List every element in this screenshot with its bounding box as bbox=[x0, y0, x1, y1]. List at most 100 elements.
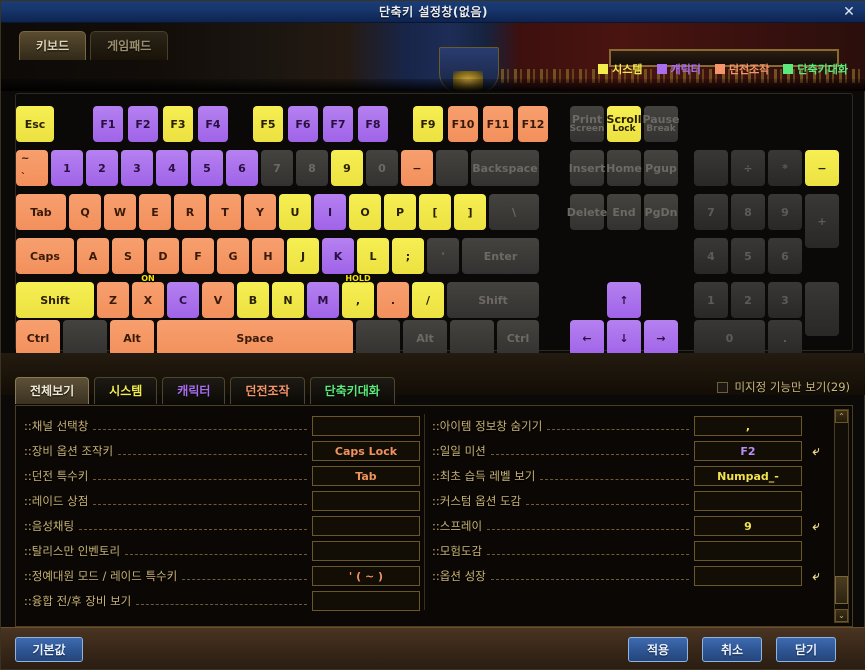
key-3[interactable]: 3 bbox=[768, 282, 802, 318]
scrollbar-thumb[interactable] bbox=[835, 576, 848, 604]
key-6[interactable]: 6 bbox=[768, 238, 802, 274]
key-7[interactable]: 7 bbox=[694, 194, 728, 230]
key-−[interactable]: − bbox=[401, 150, 433, 186]
category-tab-4[interactable]: 단축키대화 bbox=[309, 377, 395, 404]
key-scroll-lock[interactable]: Scroll Lock bbox=[607, 106, 641, 142]
key-↓[interactable]: ↓ bbox=[607, 320, 641, 356]
key-b[interactable]: B bbox=[237, 282, 269, 318]
binding-value-field[interactable]: F2 bbox=[694, 441, 802, 461]
key-f12[interactable]: F12 bbox=[518, 106, 548, 142]
key-f6[interactable]: F6 bbox=[288, 106, 318, 142]
key-4[interactable]: 4 bbox=[156, 150, 188, 186]
key-s[interactable]: S bbox=[112, 238, 144, 274]
close-button[interactable]: 닫기 bbox=[776, 637, 836, 662]
key-o[interactable]: O bbox=[349, 194, 381, 230]
key-f8[interactable]: F8 bbox=[358, 106, 388, 142]
key-blank-4-16[interactable] bbox=[805, 282, 839, 336]
reset-binding-icon[interactable]: ⤶ bbox=[808, 569, 824, 584]
key-blank-5-6[interactable] bbox=[450, 320, 494, 356]
key-f7[interactable]: F7 bbox=[323, 106, 353, 142]
key-shift[interactable]: Shift bbox=[447, 282, 539, 318]
scroll-up-icon[interactable]: ⌃ bbox=[835, 410, 848, 423]
key-f3[interactable]: F3 bbox=[163, 106, 193, 142]
key-−[interactable]: − bbox=[805, 150, 839, 186]
key-f2[interactable]: F2 bbox=[128, 106, 158, 142]
key-r[interactable]: R bbox=[174, 194, 206, 230]
key-u[interactable]: U bbox=[279, 194, 311, 230]
key-'[interactable]: ' bbox=[427, 238, 459, 274]
binding-value-field[interactable] bbox=[694, 541, 802, 561]
key-/[interactable]: / bbox=[412, 282, 444, 318]
category-tab-2[interactable]: 캐릭터 bbox=[162, 377, 226, 404]
device-tab-0[interactable]: 키보드 bbox=[19, 31, 87, 60]
key-shift[interactable]: Shift bbox=[16, 282, 94, 318]
key-caps[interactable]: Caps bbox=[16, 238, 74, 274]
binding-value-field[interactable] bbox=[312, 416, 420, 436]
binding-value-field[interactable] bbox=[312, 541, 420, 561]
key-f11[interactable]: F11 bbox=[483, 106, 513, 142]
key-blank-5-4[interactable] bbox=[356, 320, 400, 356]
key-f9[interactable]: F9 bbox=[413, 106, 443, 142]
key-+[interactable]: + bbox=[805, 194, 839, 248]
key-a[interactable]: A bbox=[77, 238, 109, 274]
key-alt[interactable]: Alt bbox=[110, 320, 154, 356]
key-blank-5-1[interactable] bbox=[63, 320, 107, 356]
key-enter[interactable]: Enter bbox=[462, 238, 539, 274]
key-.[interactable]: . bbox=[768, 320, 802, 356]
key-f[interactable]: F bbox=[182, 238, 214, 274]
key-8[interactable]: 8 bbox=[731, 194, 765, 230]
key-[[interactable]: [ bbox=[419, 194, 451, 230]
key-.[interactable]: . bbox=[377, 282, 409, 318]
apply-button[interactable]: 적용 bbox=[628, 637, 688, 662]
key-f10[interactable]: F10 bbox=[448, 106, 478, 142]
key-print-screen[interactable]: Print Screen bbox=[570, 106, 604, 142]
category-tab-1[interactable]: 시스템 bbox=[94, 377, 158, 404]
key-tab[interactable]: Tab bbox=[16, 194, 66, 230]
key-w[interactable]: W bbox=[104, 194, 136, 230]
binding-value-field[interactable]: Caps Lock bbox=[312, 441, 420, 461]
key-c[interactable]: C bbox=[167, 282, 199, 318]
key-~[interactable]: ~ ` bbox=[16, 150, 48, 186]
key-insert[interactable]: Insert bbox=[569, 150, 605, 186]
reset-binding-icon[interactable]: ⤶ bbox=[808, 519, 824, 534]
key-f1[interactable]: F1 bbox=[93, 106, 123, 142]
category-tab-3[interactable]: 던전조작 bbox=[230, 377, 305, 404]
key-j[interactable]: J bbox=[287, 238, 319, 274]
key-→[interactable]: → bbox=[644, 320, 678, 356]
key-k[interactable]: K bbox=[322, 238, 354, 274]
binding-value-field[interactable]: Numpad_- bbox=[694, 466, 802, 486]
binding-value-field[interactable]: , bbox=[694, 416, 802, 436]
unassigned-filter-checkbox[interactable]: 미지정 기능만 보기(29) bbox=[717, 379, 850, 395]
key-6[interactable]: 6 bbox=[226, 150, 258, 186]
cancel-button[interactable]: 취소 bbox=[702, 637, 762, 662]
key-1[interactable]: 1 bbox=[694, 282, 728, 318]
scroll-down-icon[interactable]: ⌄ bbox=[835, 609, 848, 622]
key-5[interactable]: 5 bbox=[191, 150, 223, 186]
binding-value-field[interactable] bbox=[694, 491, 802, 511]
key-d[interactable]: D bbox=[147, 238, 179, 274]
key-4[interactable]: 4 bbox=[694, 238, 728, 274]
key-,[interactable]: , HOLD bbox=[342, 274, 374, 318]
key-g[interactable]: G bbox=[217, 238, 249, 274]
key-3[interactable]: 3 bbox=[121, 150, 153, 186]
key-ctrl[interactable]: Ctrl bbox=[16, 320, 60, 356]
key-alt[interactable]: Alt bbox=[403, 320, 447, 356]
key-*[interactable]: * bbox=[768, 150, 802, 186]
key-f5[interactable]: F5 bbox=[253, 106, 283, 142]
checkbox-icon[interactable] bbox=[717, 381, 729, 393]
key-2[interactable]: 2 bbox=[86, 150, 118, 186]
key-9[interactable]: 9 bbox=[331, 150, 363, 186]
key-2[interactable]: 2 bbox=[731, 282, 765, 318]
key-m[interactable]: M bbox=[307, 282, 339, 318]
key-blank-1-12[interactable] bbox=[436, 150, 468, 186]
key-end[interactable]: End bbox=[607, 194, 641, 230]
key-q[interactable]: Q bbox=[69, 194, 101, 230]
key-e[interactable]: E bbox=[139, 194, 171, 230]
category-tab-0[interactable]: 전체보기 bbox=[15, 377, 90, 404]
key-home[interactable]: Home bbox=[606, 150, 642, 186]
key-h[interactable]: H bbox=[252, 238, 284, 274]
key-z[interactable]: Z bbox=[97, 282, 129, 318]
key-7[interactable]: 7 bbox=[261, 150, 293, 186]
list-scrollbar[interactable]: ⌃ ⌄ bbox=[834, 409, 849, 623]
key-;[interactable]: ; bbox=[392, 238, 424, 274]
